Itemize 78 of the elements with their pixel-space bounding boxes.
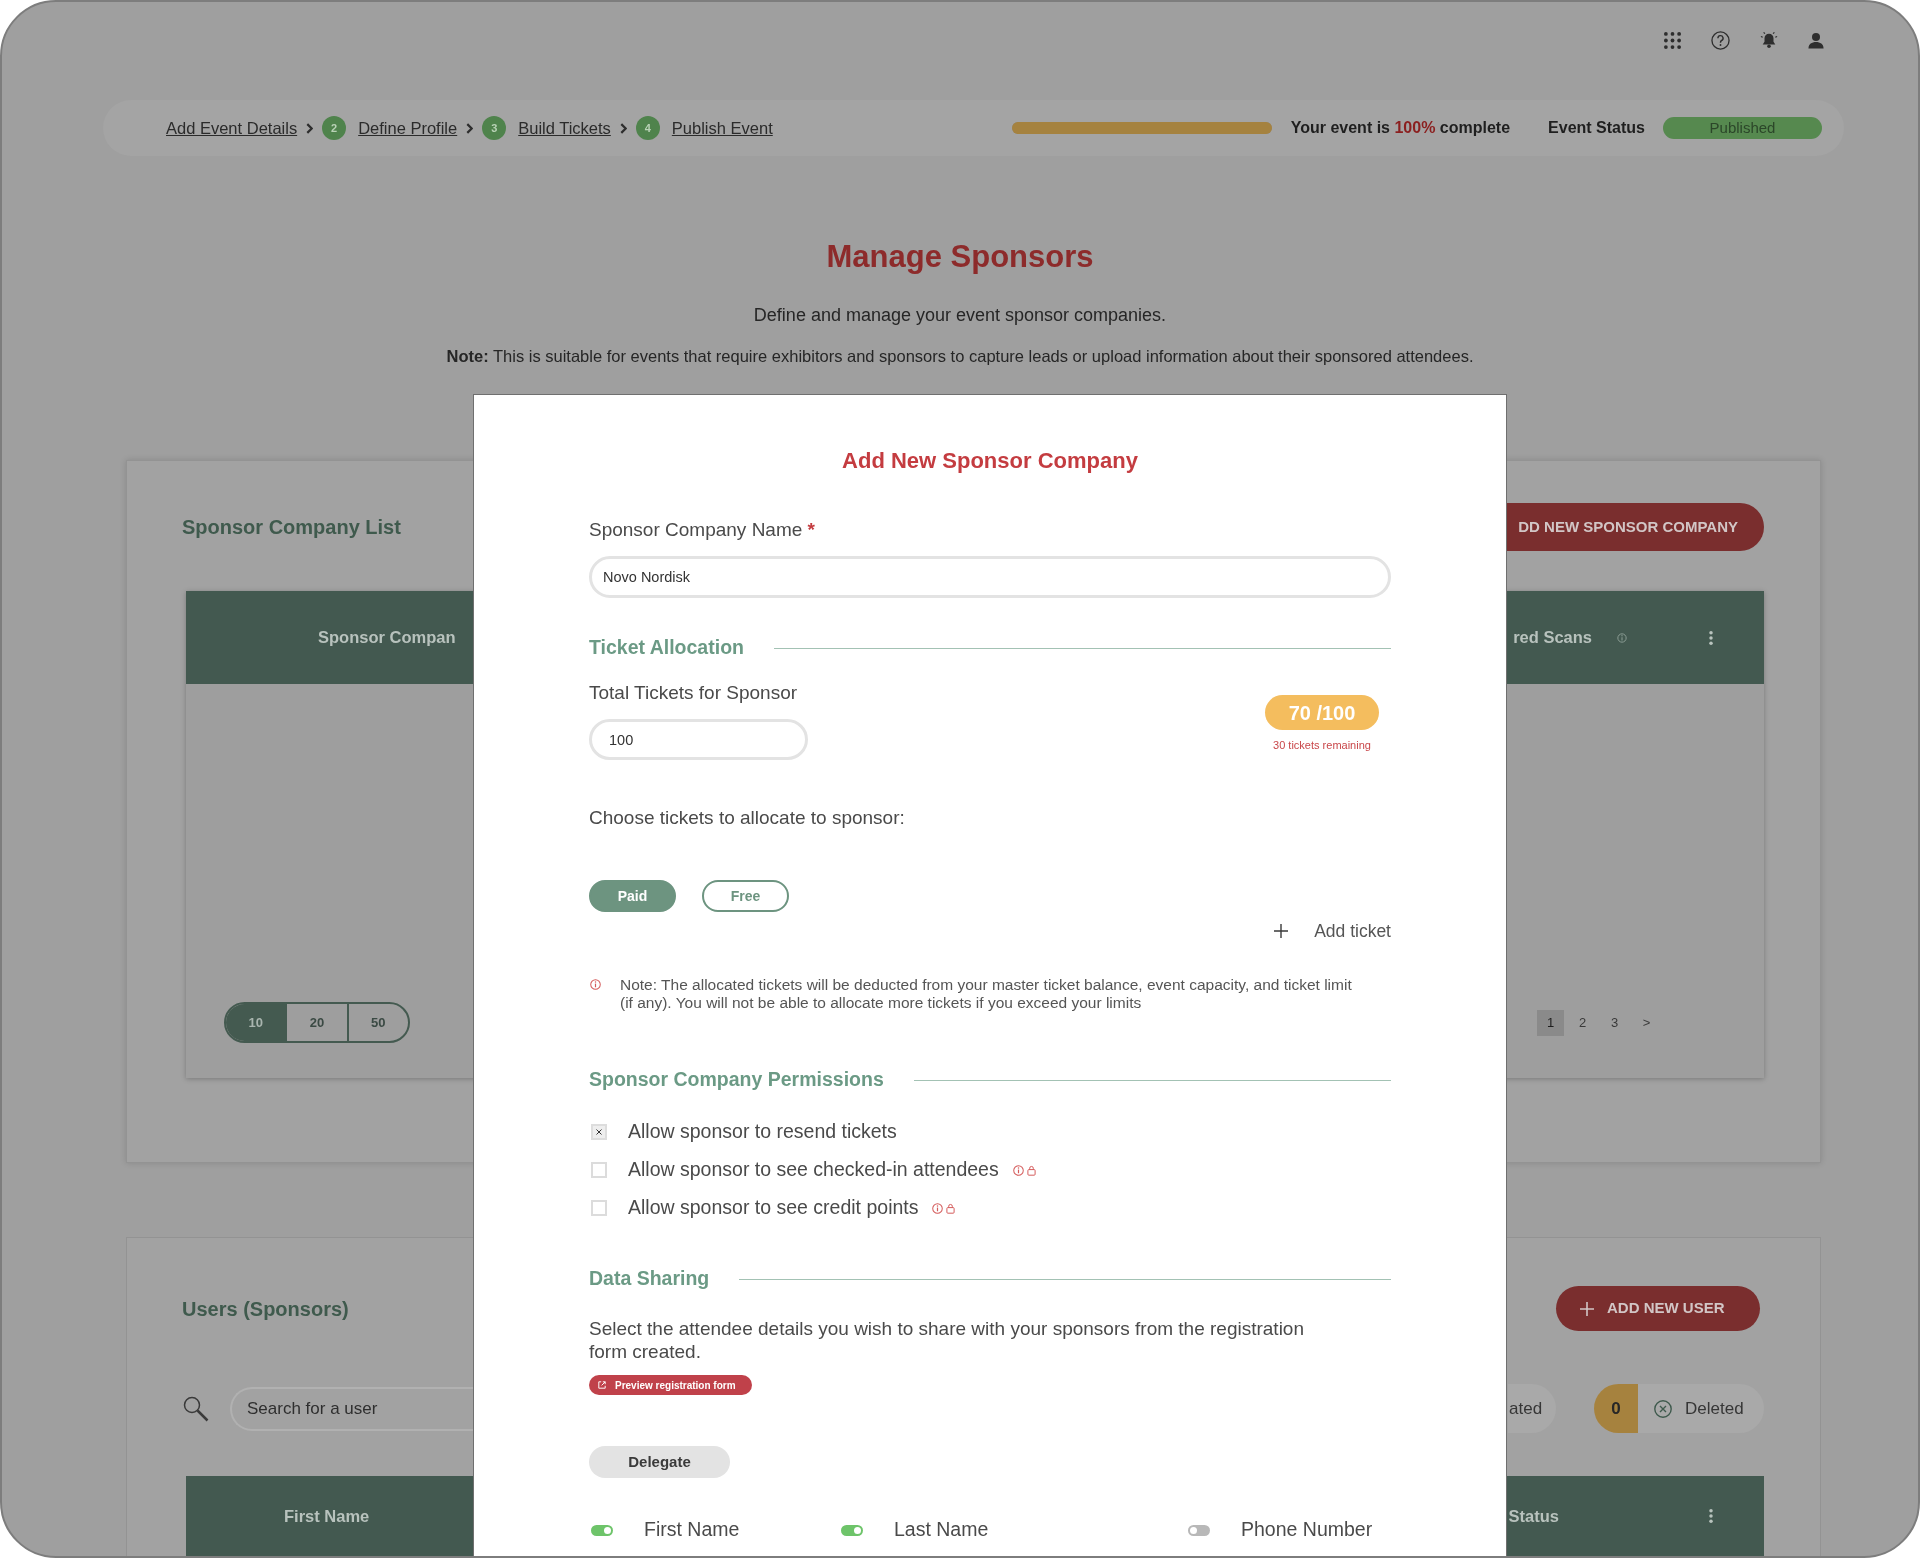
- user-icon[interactable]: [1808, 31, 1824, 49]
- count-badge: 0: [1594, 1384, 1638, 1433]
- step-number: 4: [635, 116, 660, 140]
- external-link-icon: [598, 1381, 606, 1389]
- section-heading: Data Sharing: [589, 1266, 710, 1290]
- delegate-button[interactable]: Delegate: [589, 1446, 730, 1478]
- page-title: Manage Sponsors: [826, 239, 1094, 275]
- bell-icon[interactable]: [1760, 31, 1778, 49]
- help-icon[interactable]: [1711, 30, 1730, 50]
- page-note: Note: This is suitable for events that require exhibitors and sponsors to capture leads or upload information about their sponsored attendees.: [446, 346, 1474, 367]
- toggle-label: Phone Number: [1241, 1517, 1373, 1543]
- checkbox-label: Allow sponsor to see checked-in attendees: [628, 1157, 999, 1183]
- step-number: 2: [322, 116, 347, 140]
- toggle-label: Last Name: [894, 1517, 989, 1543]
- step-link[interactable]: Publish Event: [671, 115, 773, 141]
- filter-button[interactable]: ated: [1508, 1384, 1556, 1433]
- ticket-type-button[interactable]: Paid: [589, 880, 676, 912]
- section-heading: Sponsor Company Permissions: [589, 1067, 884, 1091]
- step-link[interactable]: Build Tickets: [518, 115, 611, 141]
- company-name-input[interactable]: Novo Nordisk: [589, 556, 1391, 598]
- info-icon: [590, 979, 601, 990]
- column-header: red Scans: [1513, 627, 1592, 649]
- toggle-label: First Name: [644, 1517, 740, 1543]
- plus-icon: [1580, 1301, 1594, 1316]
- plus-icon[interactable]: [1274, 924, 1289, 938]
- info-icon: [1012, 1164, 1024, 1176]
- search-field[interactable]: Search for a user: [230, 1386, 473, 1431]
- event-status-label: Event Status: [1548, 118, 1645, 138]
- step-link[interactable]: Define Profile: [358, 115, 458, 141]
- add-user-button[interactable]: ADD NEW USER: [1556, 1286, 1760, 1331]
- step-link[interactable]: Add Event Details: [166, 115, 298, 141]
- info-icon: [932, 1202, 944, 1214]
- card-title: Sponsor Company List: [182, 515, 401, 540]
- checkbox[interactable]: [591, 1162, 607, 1178]
- apps-grid-icon[interactable]: [1664, 31, 1681, 49]
- more-options-icon[interactable]: [1709, 1509, 1713, 1523]
- search-icon: [183, 1395, 209, 1422]
- checkbox-label: Allow sponsor to resend tickets: [628, 1119, 897, 1145]
- column-header: Status: [1508, 1505, 1559, 1527]
- section-heading: Ticket Allocation: [589, 635, 744, 659]
- filter-button[interactable]: 0 Deleted: [1594, 1384, 1764, 1433]
- modal-title: Add New Sponsor Company: [842, 447, 1138, 475]
- chevron-right-icon: [619, 122, 627, 134]
- field-label: Sponsor Company Name *: [589, 518, 815, 542]
- total-tickets-input[interactable]: 100: [589, 719, 808, 760]
- completion-text: Your event is 100% complete: [1290, 118, 1511, 138]
- page-button[interactable]: 1: [1537, 1009, 1564, 1036]
- toggle-switch[interactable]: [591, 1524, 613, 1536]
- toggle-switch[interactable]: [1188, 1524, 1210, 1536]
- ticket-type-button[interactable]: Free: [702, 880, 789, 912]
- column-header: Sponsor Compan: [318, 627, 456, 649]
- ticket-count-badge: 70 /100: [1265, 695, 1379, 730]
- checkbox[interactable]: [591, 1200, 607, 1216]
- page-size-option[interactable]: 20: [285, 1004, 347, 1041]
- step-number: 3: [482, 116, 507, 140]
- add-ticket-link[interactable]: Add ticket: [1314, 917, 1391, 945]
- card-title: Users (Sponsors): [182, 1296, 349, 1322]
- column-header: First Name: [284, 1505, 370, 1527]
- x-mark-icon: [596, 1129, 602, 1135]
- page-size-option[interactable]: 50: [346, 1004, 408, 1041]
- toggle-switch[interactable]: [841, 1524, 863, 1536]
- checkbox[interactable]: [591, 1124, 607, 1140]
- status-badge: Published: [1663, 117, 1822, 139]
- remaining-text: 30 tickets remaining: [1273, 738, 1371, 752]
- field-label: Total Tickets for Sponsor: [589, 681, 798, 705]
- more-options-icon[interactable]: [1709, 630, 1713, 645]
- info-icon: [1617, 632, 1627, 643]
- add-sponsor-company-button[interactable]: DD NEW SPONSOR COMPANY: [1507, 503, 1764, 551]
- description-text: Select the attendee details you wish to share with your sponsors from the registration form created.: [589, 1317, 1305, 1363]
- checkbox-label: Allow sponsor to see credit points: [628, 1195, 919, 1221]
- page-subtitle: Define and manage your event sponsor companies.: [753, 304, 1167, 327]
- page-size-option[interactable]: 10: [226, 1004, 286, 1041]
- preview-form-button[interactable]: Preview registration form: [589, 1375, 752, 1395]
- field-label: Choose tickets to allocate to sponsor:: [589, 806, 905, 830]
- chevron-right-icon: [306, 122, 314, 134]
- close-circle-icon: [1654, 1399, 1672, 1418]
- chevron-right-icon: [466, 122, 474, 134]
- note-text: Note: The allocated tickets will be deducted from your master ticket balance, event capacity, and ticket limit (if any). You will not be able to allocate more tickets if you exceed your limits: [620, 976, 1353, 1012]
